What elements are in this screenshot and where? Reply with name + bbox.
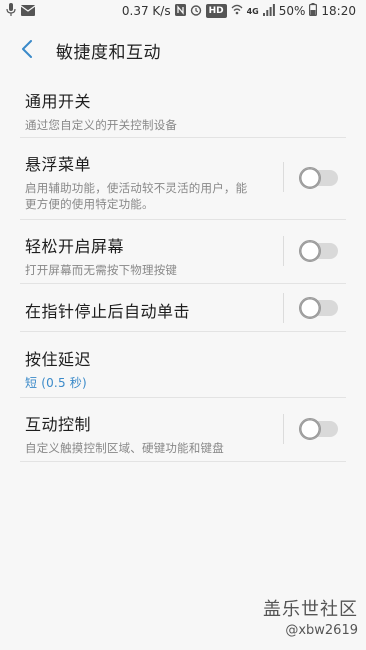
toggle-knob xyxy=(299,167,321,189)
microphone-icon xyxy=(6,3,16,20)
item-subtitle: 启用辅助功能，使活动较不灵活的用户，能更方便的使用特定功能。 xyxy=(25,181,248,211)
mail-icon xyxy=(20,4,36,19)
vertical-separator xyxy=(283,162,284,192)
list-item-interaction-control[interactable]: 互动控制 自定义触摸控制区域、硬键功能和键盘 xyxy=(0,398,366,462)
toggle-knob xyxy=(299,297,321,319)
status-bar-left xyxy=(6,3,36,20)
wifi-icon xyxy=(231,4,243,18)
app-bar: 敏捷度和互动 xyxy=(0,24,366,74)
item-title: 悬浮菜单 xyxy=(25,155,92,174)
watermark: 盖乐世社区 @xbw2619 xyxy=(263,595,358,638)
watermark-title: 盖乐世社区 xyxy=(263,599,358,620)
assistant-menu-toggle[interactable] xyxy=(299,167,338,189)
list-item-universal-switch[interactable]: 通用开关 通过您自定义的开关控制设备 xyxy=(0,74,366,138)
status-bar-right: 0.37 K/s HD 4G 50% 18:20 xyxy=(122,3,356,19)
list-item-assistant-menu[interactable]: 悬浮菜单 启用辅助功能，使活动较不灵活的用户，能更方便的使用特定功能。 xyxy=(0,138,366,220)
list-item-auto-click[interactable]: 在指针停止后自动单击 xyxy=(0,284,366,332)
battery-percent: 50% xyxy=(278,4,306,18)
vertical-separator xyxy=(283,293,284,323)
list-item-easy-screen-turn-on[interactable]: 轻松开启屏幕 打开屏幕而无需按下物理按键 xyxy=(0,220,366,284)
watermark-user: @xbw2619 xyxy=(285,623,358,638)
item-title: 轻松开启屏幕 xyxy=(25,237,125,256)
easy-screen-toggle[interactable] xyxy=(299,240,338,262)
clock: 18:20 xyxy=(321,4,356,18)
status-bar: 0.37 K/s HD 4G 50% 18:20 xyxy=(0,0,366,24)
page-title: 敏捷度和互动 xyxy=(56,43,161,63)
auto-click-toggle[interactable] xyxy=(299,297,338,319)
battery-icon xyxy=(309,3,318,19)
item-title: 互动控制 xyxy=(25,415,92,434)
back-button[interactable] xyxy=(14,36,40,62)
item-value: 短 (0.5 秒) xyxy=(25,376,87,390)
item-subtitle: 通过您自定义的开关控制设备 xyxy=(25,118,178,132)
item-title: 按住延迟 xyxy=(25,350,92,369)
divider xyxy=(20,461,346,462)
settings-list: 通用开关 通过您自定义的开关控制设备 悬浮菜单 启用辅助功能，使活动较不灵活的用… xyxy=(0,74,366,462)
hd-badge: HD xyxy=(205,4,227,18)
list-item-tap-and-hold-delay[interactable]: 按住延迟 短 (0.5 秒) xyxy=(0,332,366,398)
item-subtitle: 自定义触摸控制区域、硬键功能和键盘 xyxy=(25,441,224,455)
interaction-control-toggle[interactable] xyxy=(299,418,338,440)
network-speed: 0.37 K/s xyxy=(121,4,171,18)
item-title: 在指针停止后自动单击 xyxy=(25,302,191,321)
item-subtitle: 打开屏幕而无需按下物理按键 xyxy=(25,263,178,277)
alarm-icon xyxy=(190,4,202,19)
nfc-icon xyxy=(174,3,186,19)
signal-icon xyxy=(262,3,275,19)
toggle-knob xyxy=(299,418,321,440)
network-type: 4G xyxy=(246,6,259,16)
toggle-knob xyxy=(299,240,321,262)
vertical-separator xyxy=(283,414,284,444)
item-title: 通用开关 xyxy=(25,92,92,111)
vertical-separator xyxy=(283,236,284,266)
back-arrow-icon xyxy=(22,40,32,58)
